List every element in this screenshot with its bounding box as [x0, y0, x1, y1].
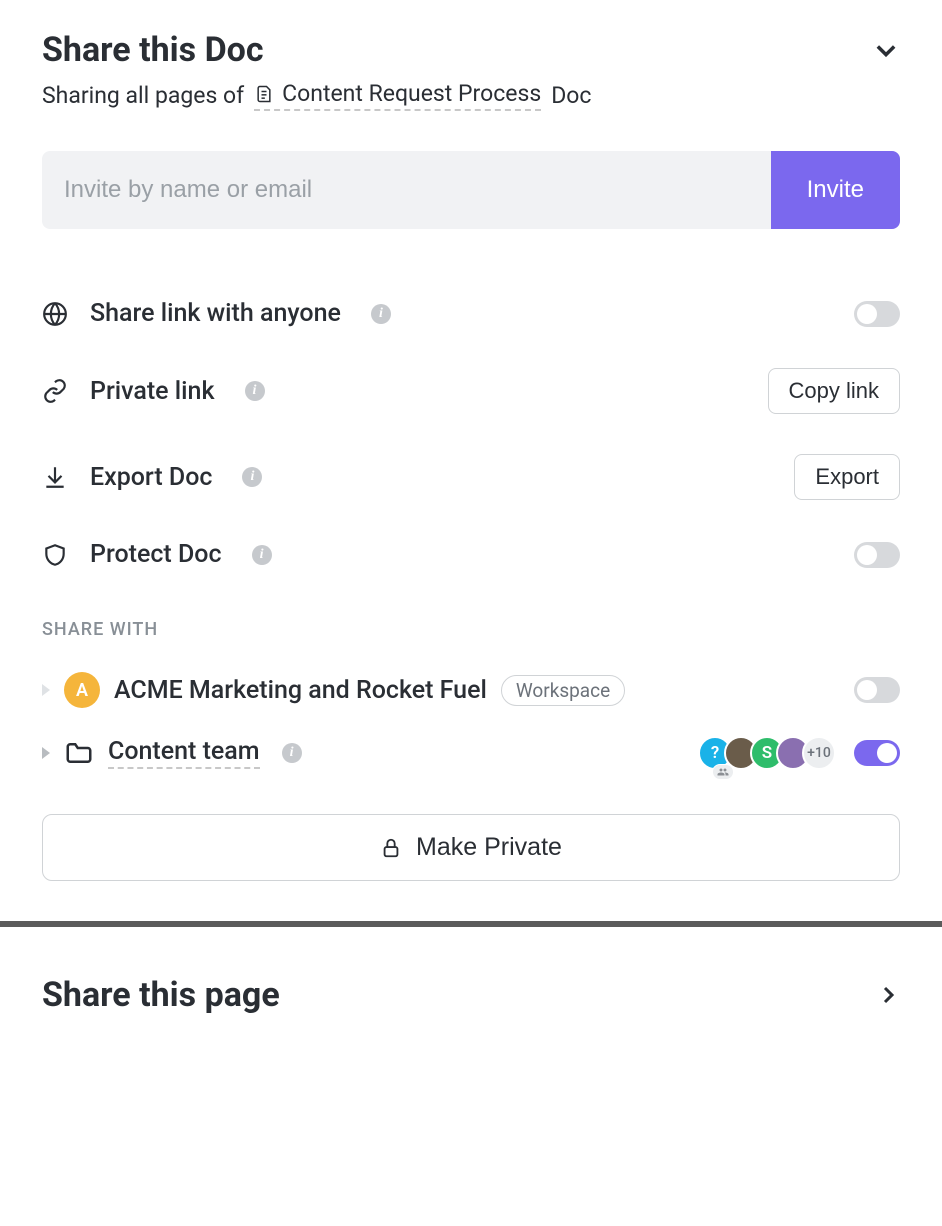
workspace-name[interactable]: ACME Marketing and Rocket Fuel: [114, 676, 487, 705]
download-icon: [42, 464, 68, 490]
people-badge-icon: [712, 764, 734, 780]
member-avatars[interactable]: ? S +10: [698, 736, 836, 770]
share-with-section-label: SHARE WITH: [42, 619, 900, 640]
share-row-workspace: A ACME Marketing and Rocket Fuel Workspa…: [42, 658, 900, 722]
folder-share-toggle[interactable]: [854, 740, 900, 766]
globe-icon: [42, 301, 68, 327]
share-doc-title: Share this Doc: [42, 30, 264, 70]
folder-name[interactable]: Content team: [108, 737, 260, 769]
make-private-label: Make Private: [416, 833, 562, 862]
protect-doc-label: Protect Doc: [90, 540, 222, 569]
export-doc-label: Export Doc: [90, 463, 212, 492]
protect-doc-toggle[interactable]: [854, 542, 900, 568]
subtitle-suffix: Doc: [551, 82, 591, 109]
expand-caret-icon[interactable]: [42, 684, 50, 696]
doc-name: Content Request Process: [282, 80, 541, 107]
share-link-toggle[interactable]: [854, 301, 900, 327]
private-link-label: Private link: [90, 377, 215, 406]
copy-link-button[interactable]: Copy link: [768, 368, 900, 414]
avatar-more-count[interactable]: +10: [802, 736, 836, 770]
info-icon[interactable]: i: [245, 381, 265, 401]
shield-icon: [42, 542, 68, 568]
invite-button[interactable]: Invite: [771, 151, 900, 229]
info-icon[interactable]: i: [242, 467, 262, 487]
workspace-tag: Workspace: [501, 675, 625, 706]
document-icon: [254, 82, 274, 106]
invite-input[interactable]: [42, 151, 771, 229]
export-button[interactable]: Export: [794, 454, 900, 500]
doc-chip[interactable]: Content Request Process: [254, 80, 541, 111]
share-link-label: Share link with anyone: [90, 299, 341, 328]
chevron-down-icon[interactable]: [872, 36, 900, 64]
make-private-button[interactable]: Make Private: [42, 814, 900, 881]
info-icon[interactable]: i: [371, 304, 391, 324]
expand-caret-icon[interactable]: [42, 747, 50, 759]
subtitle-prefix: Sharing all pages of: [42, 82, 244, 109]
link-icon: [42, 378, 68, 404]
subtitle: Sharing all pages of Content Request Pro…: [42, 80, 900, 111]
share-page-title: Share this page: [42, 975, 280, 1015]
chevron-right-icon[interactable]: [876, 983, 900, 1007]
folder-icon: [64, 738, 94, 768]
share-row-folder: Content team i ? S +10: [42, 722, 900, 784]
workspace-avatar: A: [64, 672, 100, 708]
info-icon[interactable]: i: [252, 545, 272, 565]
workspace-share-toggle[interactable]: [854, 677, 900, 703]
info-icon[interactable]: i: [282, 743, 302, 763]
lock-icon: [380, 835, 402, 861]
